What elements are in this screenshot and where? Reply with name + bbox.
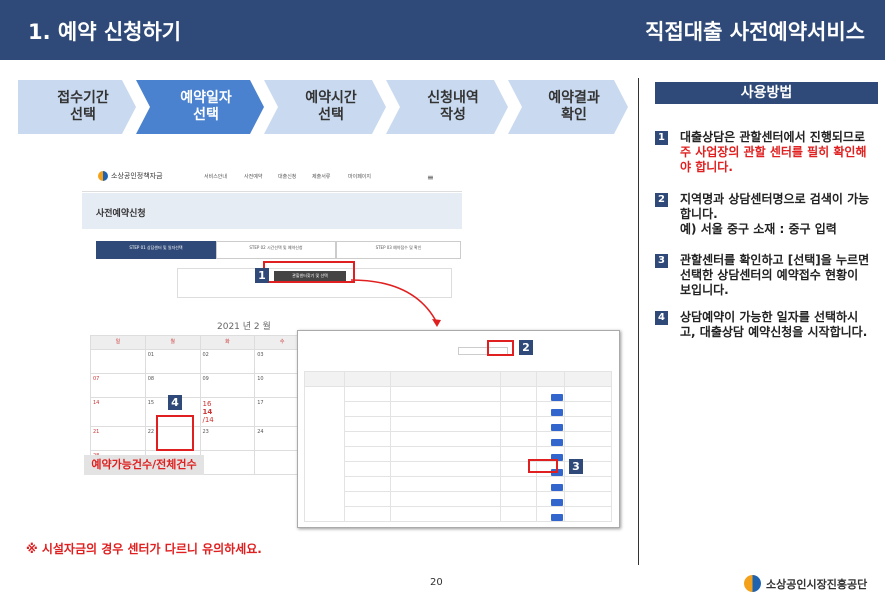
brand-icon (744, 575, 761, 592)
step-flow: 접수기간 선택 예약일자 선택 예약시간 선택 신청내역 작성 예약결과 확인 (18, 80, 628, 134)
select-button[interactable] (550, 499, 563, 506)
step-tabs: STEP 01 상담센터 및 일자선택 STEP 02 시간선택 및 예약신청 … (96, 241, 461, 259)
calendar: 일월화수 01 02 03 07 08 09 10 14 15 16 14/14 17 21 22 2… (90, 335, 310, 475)
service-title: 직접대출 사전예약서비스 (645, 20, 865, 44)
select-button[interactable] (550, 439, 563, 446)
highlight-box-4 (156, 415, 194, 451)
divider (638, 78, 639, 565)
page-banner: 사전예약신청 (82, 193, 462, 229)
tab-step3[interactable]: STEP 03 예약접수 및 확인 (336, 241, 461, 259)
month-label: 2021 년 2 월 (217, 322, 271, 332)
hamburger-icon[interactable]: ≡ (427, 173, 434, 182)
center-list (304, 371, 612, 522)
page-number: 20 (430, 577, 443, 588)
menu-item[interactable]: 서비스안내 (204, 173, 227, 180)
step-4: 신청내역 작성 (386, 80, 508, 134)
menu-item[interactable]: 마이페이지 (348, 173, 371, 180)
arrow-icon (350, 279, 441, 327)
step-5: 예약결과 확인 (508, 80, 628, 134)
select-button[interactable] (550, 394, 563, 401)
select-button[interactable] (550, 484, 563, 491)
tip-4: 4 상담예약이 가능한 일자를 선택하시고, 대출상담 예약신청을 시작합니다. (655, 310, 873, 340)
page-header: 1. 예약 신청하기 직접대출 사전예약서비스 (0, 0, 885, 60)
site-logo[interactable]: 소상공인정책자금 (98, 171, 163, 181)
tab-step1[interactable]: STEP 01 상담센터 및 일자선택 (96, 241, 216, 259)
marker-3: 3 (569, 459, 583, 474)
select-button[interactable] (550, 409, 563, 416)
marker-2: 2 (519, 340, 533, 355)
tab-step2[interactable]: STEP 02 시간선택 및 예약신청 (216, 241, 336, 259)
brand-logo: 소상공인시장진흥공단 (744, 575, 867, 592)
highlight-box-1 (263, 261, 355, 283)
howto-title: 사용방법 (655, 82, 878, 104)
site-nav: 소상공인정책자금 서비스안내 사전예약 대출신청 제출서류 마이페이지 ≡ (82, 160, 462, 192)
step-1: 접수기간 선택 (18, 80, 136, 134)
step-2: 예약일자 선택 (136, 80, 264, 134)
select-button[interactable] (550, 424, 563, 431)
logo-icon (98, 171, 108, 181)
step-3: 예약시간 선택 (264, 80, 386, 134)
count-legend: 예약가능건수/전체건수 (84, 455, 204, 475)
marker-1: 1 (255, 268, 269, 283)
tip-2: 2 지역명과 상담센터명으로 검색이 가능합니다. 예) 서울 중구 소재 : 중구… (655, 192, 873, 237)
menu-item[interactable]: 대출신청 (278, 173, 296, 180)
highlight-box-3 (528, 459, 558, 473)
menu-item[interactable]: 사전예약 (244, 173, 262, 180)
calendar-day-highlight[interactable]: 16 14/14 (199, 397, 256, 427)
center-popup (297, 330, 620, 528)
highlight-box-2 (487, 340, 514, 356)
select-button[interactable] (550, 514, 563, 521)
tip-3: 3 관할센터를 확인하고 [선택]을 누르면 선택한 상담센터의 예약접수 현황이… (655, 253, 873, 298)
tip-1: 1 대출상담은 관할센터에서 진행되므로 주 사업장의 관할 센터를 필히 확인해… (655, 130, 873, 175)
section-title: 1. 예약 신청하기 (28, 20, 182, 44)
footnote: ※ 시설자금의 경우 센터가 다르니 유의하세요. (26, 542, 262, 556)
marker-4: 4 (168, 395, 182, 410)
menu-item[interactable]: 제출서류 (312, 173, 330, 180)
